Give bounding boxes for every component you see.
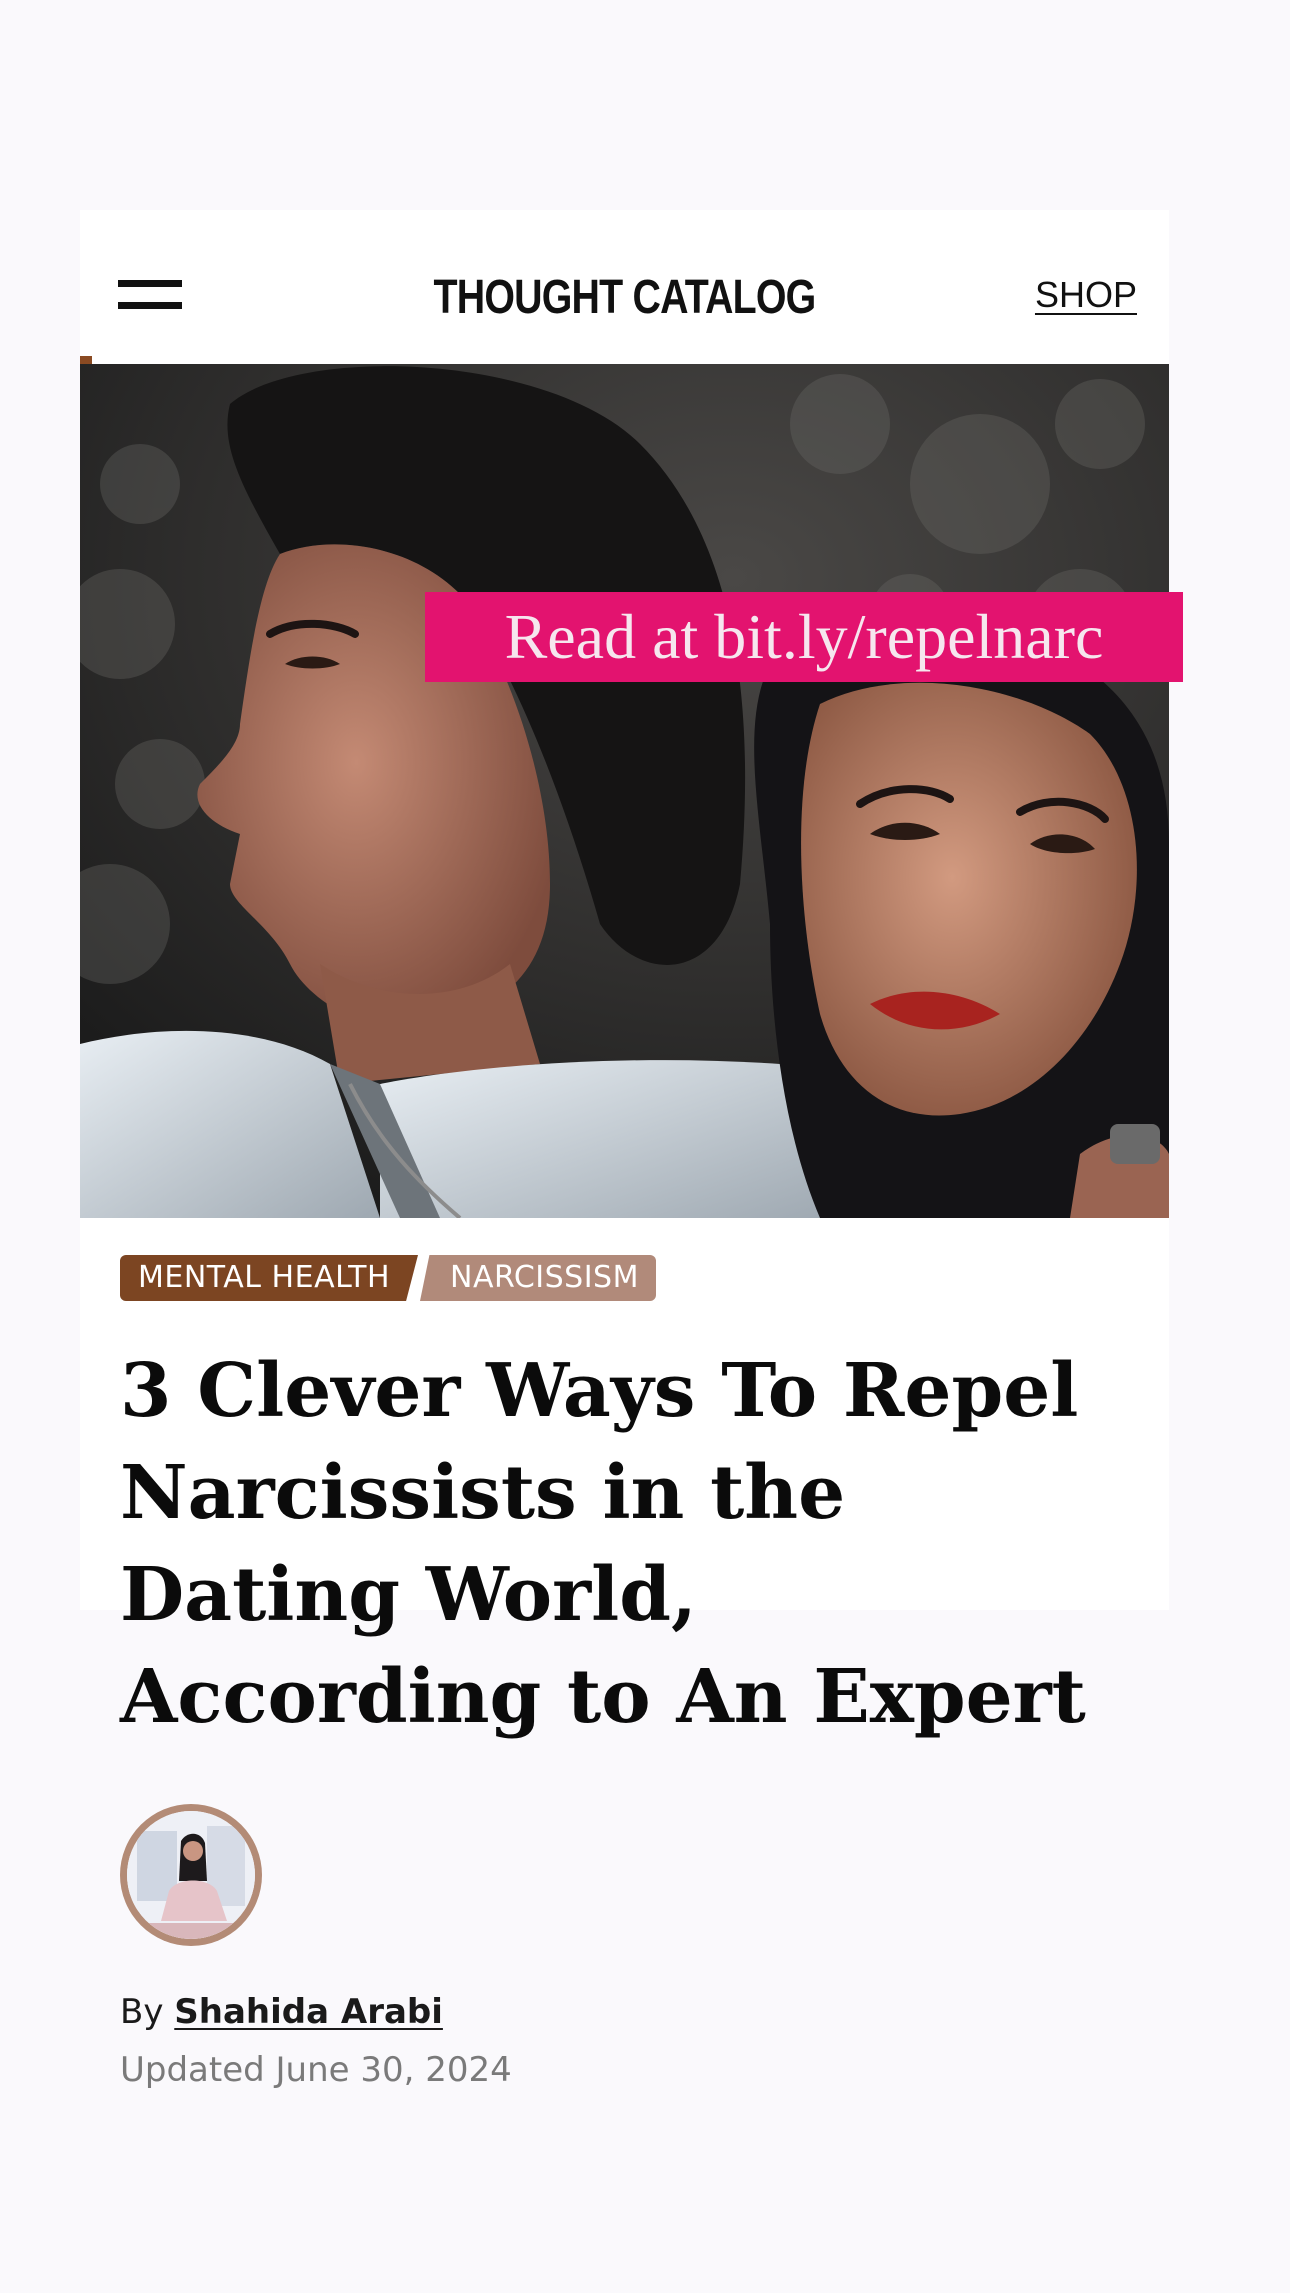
updated-date: Updated June 30, 2024 xyxy=(120,2050,512,2090)
avatar-illustration xyxy=(127,1811,255,1939)
site-logo[interactable]: THOUGHT CATALOG xyxy=(178,268,1071,328)
promo-banner: Read at bit.ly/repelnarc xyxy=(425,592,1183,682)
shop-link[interactable]: SHOP xyxy=(1035,274,1137,316)
site-header: THOUGHT CATALOG SHOP xyxy=(80,240,1169,364)
tag-mental-health[interactable]: MENTAL HEALTH xyxy=(120,1255,418,1301)
tag-narcissism[interactable]: NARCISSISM xyxy=(420,1255,656,1301)
article-title: 3 Clever Ways To Repel Narcissists in th… xyxy=(120,1348,1086,1740)
menu-icon[interactable] xyxy=(118,280,182,314)
hero-image xyxy=(80,364,1169,1218)
author-avatar[interactable] xyxy=(120,1804,262,1946)
byline: By Shahida Arabi xyxy=(120,1990,443,2034)
hero-photo-illustration xyxy=(80,364,1169,1218)
avatar-photo xyxy=(127,1811,255,1939)
author-link[interactable]: Shahida Arabi xyxy=(174,1992,443,2032)
byline-prefix: By xyxy=(120,1992,164,2032)
